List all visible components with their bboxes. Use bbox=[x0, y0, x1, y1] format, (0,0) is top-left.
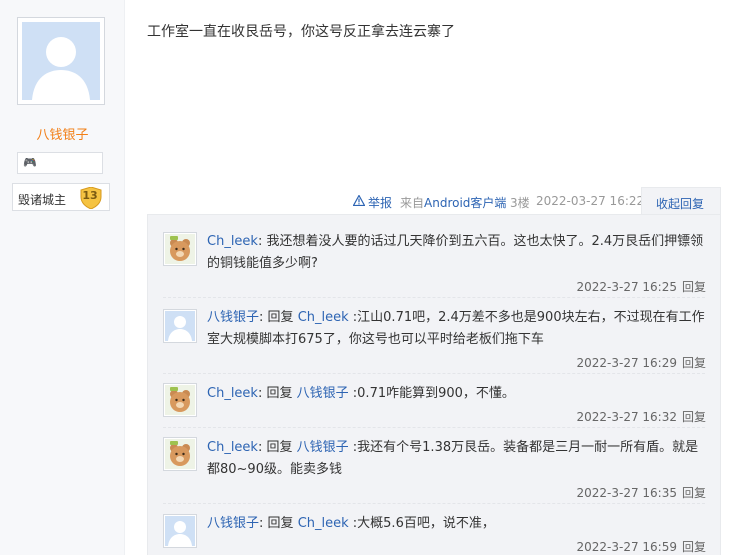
reply-button[interactable]: 回复 bbox=[682, 540, 706, 554]
reply-avatar[interactable] bbox=[163, 309, 197, 343]
reply-content: 我还想着没人要的话过几天降价到五六百。这也太快了。2.4万艮岳们押镖领的铜钱能值… bbox=[207, 234, 704, 271]
reply-text: Ch_leek: 回复 八钱银子 :我还有个号1.38万艮岳。装备都是三月一耐一… bbox=[207, 440, 699, 477]
default-avatar-icon bbox=[22, 22, 100, 100]
bear-avatar-icon bbox=[165, 439, 195, 469]
post-source: 来自Android客户端 bbox=[400, 194, 506, 210]
reply-divider bbox=[163, 297, 705, 298]
reply-avatar[interactable] bbox=[163, 437, 197, 471]
bear-avatar-icon bbox=[165, 234, 195, 264]
collapse-label: 收起回复 bbox=[656, 197, 705, 211]
reply-avatar[interactable] bbox=[163, 514, 197, 548]
collapse-replies-button[interactable]: 收起回复 bbox=[641, 187, 721, 215]
reply-text: 八钱银子: 回复 Ch_leek :江山0.71吧，2.4万差不多也是900块左… bbox=[207, 310, 705, 347]
default-avatar-icon bbox=[165, 311, 195, 341]
reply-button[interactable]: 回复 bbox=[682, 486, 706, 500]
post-content: 工作室一直在收艮岳号，你这号反正拿去连云寨了 bbox=[147, 24, 455, 40]
author-title: 毁诸城主 bbox=[18, 193, 67, 207]
reply-time: 2022-3-27 16:25 bbox=[576, 280, 677, 294]
reply-meta: 2022-3-27 16:25 回复 bbox=[576, 278, 706, 295]
reply-time: 2022-3-27 16:32 bbox=[576, 410, 677, 424]
reply-username[interactable]: Ch_leek bbox=[207, 440, 258, 455]
reply-word: 回复 bbox=[266, 386, 293, 401]
reply-username[interactable]: 八钱银子 bbox=[207, 310, 259, 325]
report-link[interactable]: 举报 bbox=[352, 194, 393, 210]
reply-word: 回复 bbox=[267, 310, 294, 325]
report-label: 举报 bbox=[368, 195, 393, 210]
reply-username[interactable]: Ch_leek bbox=[207, 234, 258, 249]
author-name[interactable]: 八钱银子 bbox=[0, 124, 125, 143]
level-shield-icon: 13 bbox=[79, 187, 103, 209]
reply-text: 八钱银子: 回复 Ch_leek :大概5.6百吧，说不准， bbox=[207, 516, 495, 531]
source-prefix: 来自 bbox=[400, 196, 425, 210]
reply-text: Ch_leek: 我还想着没人要的话过几天降价到五六百。这也太快了。2.4万艮岳… bbox=[207, 234, 704, 271]
author-game-badge[interactable]: 🎮 bbox=[17, 152, 103, 174]
warning-icon bbox=[352, 194, 366, 209]
reply-content: :0.71咋能算到900，不懂。 bbox=[352, 386, 515, 401]
reply-content: :大概5.6百吧，说不准， bbox=[352, 516, 495, 531]
reply-text: Ch_leek: 回复 八钱银子 :0.71咋能算到900，不懂。 bbox=[207, 386, 515, 401]
reply-divider bbox=[163, 503, 705, 504]
reply-meta: 2022-3-27 16:35 回复 bbox=[576, 484, 706, 501]
reply-divider bbox=[163, 373, 705, 374]
author-avatar[interactable] bbox=[17, 17, 105, 105]
reply-target[interactable]: Ch_leek bbox=[298, 516, 349, 531]
reply-target[interactable]: Ch_leek bbox=[298, 310, 349, 325]
default-avatar-icon bbox=[165, 516, 195, 546]
reply-list: Ch_leek: 我还想着没人要的话过几天降价到五六百。这也太快了。2.4万艮岳… bbox=[147, 214, 721, 555]
author-sidebar: 八钱银子 🎮 毁诸城主 13 bbox=[0, 0, 125, 555]
reply-time: 2022-3-27 16:35 bbox=[576, 486, 677, 500]
reply-divider bbox=[163, 427, 705, 428]
reply-avatar[interactable] bbox=[163, 232, 197, 266]
reply-avatar[interactable] bbox=[163, 383, 197, 417]
reply-word: 回复 bbox=[267, 516, 294, 531]
reply-meta: 2022-3-27 16:32 回复 bbox=[576, 408, 706, 425]
reply-meta: 2022-3-27 16:59 回复 bbox=[576, 538, 706, 555]
reply-target[interactable]: 八钱银子 bbox=[297, 386, 349, 401]
reply-meta: 2022-3-27 16:29 回复 bbox=[576, 354, 706, 371]
reply-username[interactable]: 八钱银子 bbox=[207, 516, 259, 531]
reply-word: 回复 bbox=[266, 440, 293, 455]
reply-time: 2022-3-27 16:59 bbox=[576, 540, 677, 554]
post-time: 2022-03-27 16:22 bbox=[536, 194, 645, 208]
reply-time: 2022-3-27 16:29 bbox=[576, 356, 677, 370]
post-floor: 3楼 bbox=[510, 196, 530, 210]
reply-button[interactable]: 回复 bbox=[682, 280, 706, 294]
game-controller-icon: 🎮 bbox=[23, 156, 37, 169]
source-client-link[interactable]: Android客户端 bbox=[424, 196, 506, 210]
author-title-badge[interactable]: 毁诸城主 13 bbox=[12, 183, 110, 211]
reply-button[interactable]: 回复 bbox=[682, 410, 706, 424]
reply-username[interactable]: Ch_leek bbox=[207, 386, 258, 401]
reply-button[interactable]: 回复 bbox=[682, 356, 706, 370]
bear-avatar-icon bbox=[165, 385, 195, 415]
author-level: 13 bbox=[82, 189, 98, 202]
reply-target[interactable]: 八钱银子 bbox=[297, 440, 349, 455]
